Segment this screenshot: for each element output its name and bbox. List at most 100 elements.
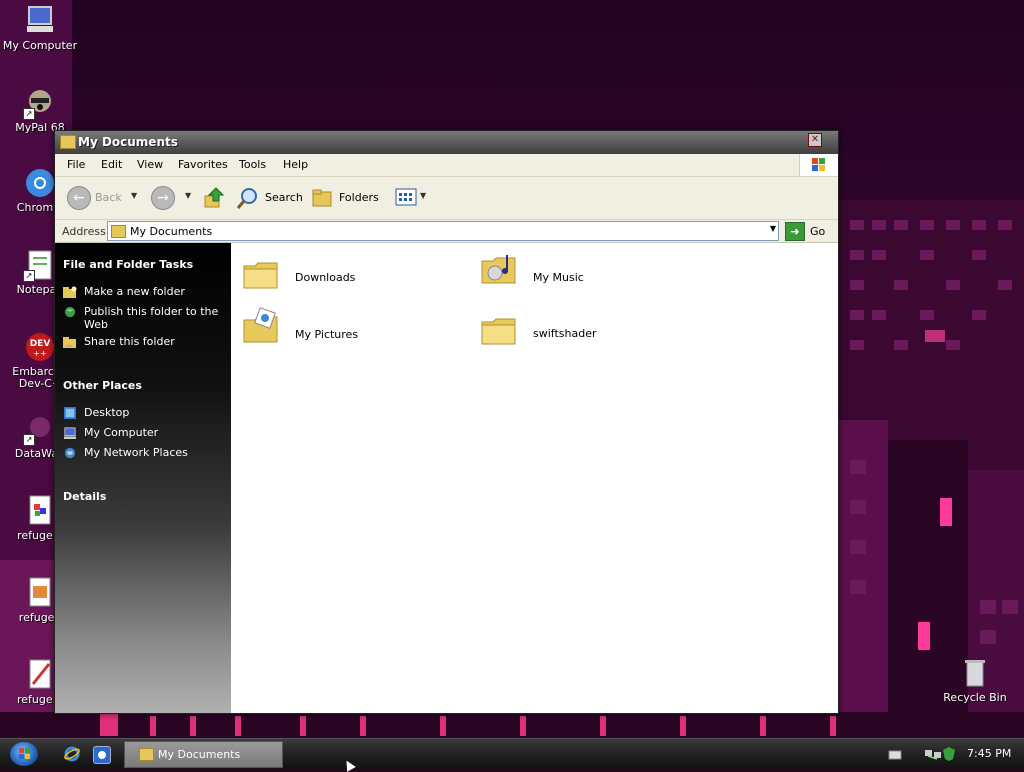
address-value: My Documents [130,225,213,238]
datawag-icon: ↗ [23,412,57,446]
folder-swiftshader[interactable]: swiftshader [475,310,695,358]
keyboard-icon[interactable] [888,748,902,762]
folder-my-pictures[interactable]: My Pictures [237,306,457,354]
back-arrow-icon: ← [67,186,91,210]
show-desktop-icon[interactable] [93,746,111,764]
file-folder-tasks-heading[interactable]: File and Folder Tasks [63,258,193,271]
folder-icon [243,262,278,289]
menu-edit[interactable]: Edit [101,158,122,171]
folders-icon [312,189,332,207]
folder-downloads[interactable]: Downloads [237,254,457,302]
recycle-bin-icon [958,656,992,690]
shortcut-arrow-icon: ↗ [23,108,35,120]
address-input[interactable]: My Documents ▼ [107,221,779,241]
folders-button[interactable]: Folders [311,186,381,210]
up-folder-button[interactable] [203,186,225,210]
svg-text:DEV: DEV [30,339,51,349]
task-label: Share this folder [84,335,175,348]
item-name: My Pictures [295,328,359,341]
task-pane: File and Folder Tasks Make a new folder … [55,243,231,713]
menu-view[interactable]: View [137,158,163,171]
window-title: My Documents [78,135,178,149]
desktop-icon-my-computer[interactable]: My Computer [0,4,80,52]
security-shield-icon[interactable] [942,746,956,762]
go-arrow-icon: ➜ [785,222,805,241]
pictures-folder-icon [243,307,278,343]
task-label: Make a new folder [84,285,185,298]
jpeg-file-icon [23,576,57,610]
back-button[interactable]: ← Back ▼ [67,186,141,210]
chevron-down-icon: ▼ [420,191,427,200]
address-label: Address [62,225,106,238]
desktop-icon-mypal[interactable]: ↗ MyPal 68 [0,86,80,134]
folder-content-pane: Downloads My Music My Pictures swiftshad… [231,243,838,713]
folder-icon [139,748,154,761]
network-icon[interactable] [924,746,942,762]
other-places-heading[interactable]: Other Places [63,379,142,392]
chevron-down-icon: ▼ [131,191,138,200]
taskbar: My Documents 7:45 PM [0,738,1024,769]
shortcut-arrow-icon: ↗ [23,270,35,282]
notepad-plus-plus-icon: ↗ [23,248,57,282]
folder-icon [111,225,126,238]
folders-label: Folders [339,191,379,204]
desktop-icon-recycle-bin[interactable]: Recycle Bin [935,656,1015,704]
image-file-icon [23,494,57,528]
back-label: Back [95,191,122,204]
dev-cpp-icon: DEV ++ [23,330,57,364]
folder-icon [60,135,76,149]
toolbar: ← Back ▼ → ▼ Search Folders ▼ [55,177,838,220]
desktop-icon-label: My Computer [2,40,78,52]
taskbar-button-my-documents[interactable]: My Documents [124,741,283,768]
folder-my-music[interactable]: My Music [475,248,695,296]
menu-bar: File Edit View Favorites Tools Help [55,154,838,177]
title-bar[interactable]: My Documents ✕ [55,131,838,154]
desktop-icon-label: Recycle Bin [943,692,1007,704]
windows-orb-icon [19,748,30,759]
search-icon [236,188,257,209]
task-label: Publish this folder to the Web [84,305,219,331]
taskbar-button-label: My Documents [158,748,241,761]
clock[interactable]: 7:45 PM [967,747,1011,760]
views-icon [395,188,417,206]
music-folder-icon [481,255,516,284]
go-button[interactable]: ➜ Go [785,222,835,241]
my-computer-icon [23,4,57,38]
item-name: swiftshader [533,327,597,340]
forward-button[interactable]: → ▼ [151,186,195,210]
forward-arrow-icon: → [151,186,175,210]
search-label: Search [265,191,303,204]
address-bar: Address My Documents ▼ ➜ Go [55,220,838,243]
share-folder-icon [63,337,76,348]
internet-explorer-icon[interactable] [64,746,80,762]
go-label: Go [810,225,826,238]
search-button[interactable]: Search [236,186,303,210]
windows-logo-icon [799,154,838,176]
desktop-icon [64,407,76,419]
shortcut-arrow-icon: ↗ [23,434,35,446]
start-button[interactable] [10,742,38,766]
folder-icon [481,318,516,345]
raccoon-icon: ↗ [23,86,57,120]
new-folder-icon [63,286,77,298]
up-folder-icon [204,187,225,208]
place-label: My Network Places [84,446,188,459]
menu-favorites[interactable]: Favorites [178,158,228,171]
menu-tools[interactable]: Tools [239,158,266,171]
svg-text:++: ++ [33,349,46,358]
menu-help[interactable]: Help [283,158,308,171]
chevron-down-icon: ▼ [185,191,192,200]
views-button[interactable]: ▼ [394,186,430,210]
paint-file-icon [23,658,57,692]
item-name: My Music [533,271,584,284]
place-label: Desktop [84,406,130,419]
globe-icon [64,306,76,318]
place-label: My Computer [84,426,159,439]
chevron-down-icon[interactable]: ▼ [770,224,776,233]
menu-file[interactable]: File [67,158,85,171]
my-computer-icon [64,427,76,439]
details-heading[interactable]: Details [63,490,106,503]
item-name: Downloads [295,271,356,284]
network-places-icon [64,447,76,459]
close-button[interactable]: ✕ [808,133,822,147]
